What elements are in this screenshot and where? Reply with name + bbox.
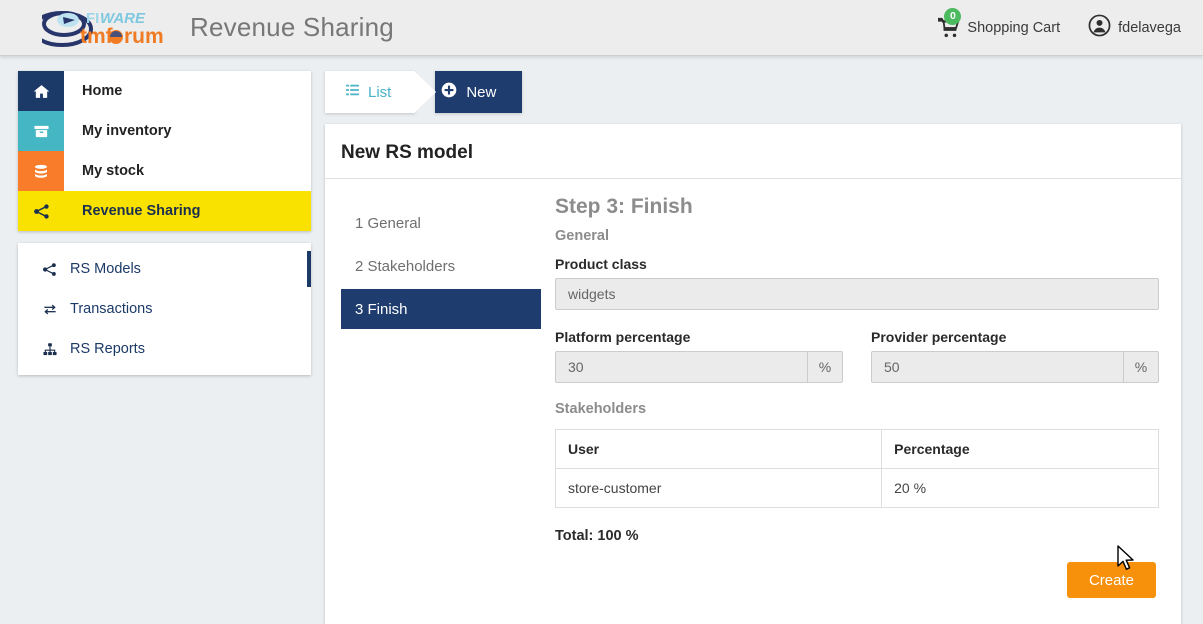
submenu-item-rs-reports[interactable]: RS Reports [18,329,311,369]
page-title: New RS model [325,124,1181,179]
provider-percentage-label: Provider percentage [871,329,1007,345]
svg-text:rum: rum [124,25,164,48]
cell-percentage: 20 % [894,480,927,496]
cell-user: store-customer [555,468,883,508]
home-icon [18,71,64,111]
fiware-tmforum-logo: FI WARE tmf rum [30,6,170,50]
sidebar-item-revenue-sharing[interactable]: Revenue Sharing [18,191,311,231]
platform-percentage-unit: % [807,351,843,383]
sidebar-item-my-stock-label: My stock [82,163,145,179]
column-header-percentage: Percentage [881,429,1159,469]
plus-circle-icon [441,82,457,102]
provider-percentage-group: Provider percentage 50 % [871,329,1159,383]
left-sidebar: Home My inventory My stock Revenue Shari… [18,71,311,375]
provider-percentage-unit: % [1123,351,1159,383]
top-header-bar: FI WARE tmf rum Revenue Sharing 0 Shoppi… [0,0,1203,56]
column-header-user: User [555,429,883,469]
sidebar-item-revenue-sharing-label: Revenue Sharing [82,203,201,219]
share-nodes-icon [42,262,66,277]
platform-percentage-input[interactable]: 30 [555,351,807,383]
submenu-item-rs-reports-label: RS Reports [70,341,145,357]
product-class-input[interactable]: widgets [555,278,1159,310]
stakeholders-table: User Percentage store-customer 20 % [555,429,1159,508]
app-title: Revenue Sharing [190,12,394,42]
wizard-step-general[interactable]: 1 General [341,203,541,243]
tab-new[interactable]: New [435,71,523,113]
create-button[interactable]: Create [1066,562,1156,598]
shopping-cart-icon: 0 [938,7,962,39]
sidebar-item-home-label: Home [82,83,123,99]
sidebar-item-my-inventory[interactable]: My inventory [18,111,311,151]
tab-list[interactable]: List [325,71,416,113]
shopping-cart-button[interactable]: 0 Shopping Cart [938,7,1061,39]
stakeholders-section-heading: Stakeholders [555,401,647,417]
submenu-item-transactions[interactable]: Transactions [18,289,311,329]
main-content-area: List New New RS model 1 General 2 Stakeh… [325,71,1181,624]
submenu-item-rs-models[interactable]: RS Models [18,249,311,289]
cart-count-badge: 0 [944,7,962,25]
brand-area[interactable]: FI WARE tmf rum Revenue Sharing [30,6,394,50]
wizard-step-stakeholders[interactable]: 2 Stakeholders [341,246,541,286]
new-rs-model-panel: New RS model 1 General 2 Stakeholders 3 … [325,124,1181,624]
sidebar-item-my-inventory-label: My inventory [82,123,172,139]
product-class-label: Product class [555,256,647,272]
header-actions: 0 Shopping Cart fdelavega [938,7,1181,41]
breadcrumb-tabstrip: List New [325,71,1181,113]
platform-percentage-group: Platform percentage 30 % [555,329,843,383]
tab-new-label: New [466,83,497,101]
total-label: Total: 100 % [555,528,639,544]
share-nodes-icon [18,191,64,231]
sitemap-icon [42,342,66,357]
list-icon [345,83,360,101]
wizard-step-content: Step 3: Finish General Product class wid… [541,193,1159,598]
revenue-sharing-submenu-card: RS Models Transactions RS Reports [18,243,311,375]
wizard-step-finish[interactable]: 3 Finish [341,289,541,329]
percentage-fields-row: Platform percentage 30 % Provider percen… [555,329,1159,383]
step-heading: Step 3: Finish [555,195,693,218]
submenu-item-transactions-label: Transactions [70,301,153,317]
table-header-row: User Percentage [555,429,1159,469]
user-circle-icon [1088,14,1111,41]
table-row: store-customer 20 % [555,468,1159,508]
exchange-arrows-icon [42,302,66,317]
tab-list-label: List [368,83,392,101]
wizard-steps: 1 General 2 Stakeholders 3 Finish [341,193,541,598]
user-name-label: fdelavega [1118,19,1181,36]
tab-separator-arrow-icon [414,71,437,113]
main-menu-card: Home My inventory My stock Revenue Shari… [18,71,311,231]
shopping-cart-label: Shopping Cart [967,19,1061,36]
provider-percentage-input[interactable]: 50 [871,351,1123,383]
submenu-item-rs-models-label: RS Models [70,261,141,277]
svg-text:tmf: tmf [80,25,114,48]
sidebar-item-my-stock[interactable]: My stock [18,151,311,191]
sidebar-item-home[interactable]: Home [18,71,311,111]
platform-percentage-label: Platform percentage [555,329,691,345]
general-section-heading: General [555,228,609,244]
user-menu-button[interactable]: fdelavega [1088,14,1181,41]
database-stack-icon [18,151,64,191]
inventory-box-icon [18,111,64,151]
